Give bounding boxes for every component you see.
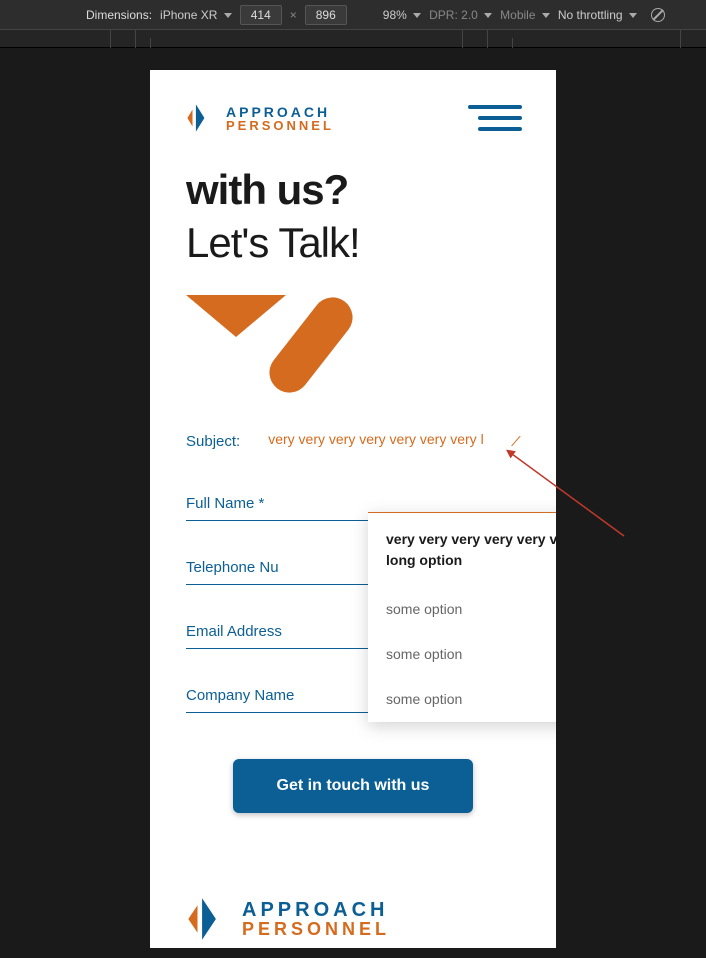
dimension-separator: ×: [290, 8, 297, 22]
chevron-down-icon: [413, 13, 421, 18]
accent-shapes: [186, 295, 520, 395]
ruler: [0, 30, 706, 48]
hamburger-line-icon: [478, 127, 522, 131]
device-preset-select[interactable]: iPhone XR: [160, 8, 232, 22]
rotate-icon[interactable]: [651, 8, 665, 22]
dropdown-option[interactable]: some option: [368, 677, 556, 722]
footer-logo-text: APPROACH PERSONNEL: [242, 900, 390, 938]
chevron-down-icon: [542, 13, 550, 18]
zoom-select[interactable]: 98%: [383, 8, 421, 22]
footer-logo[interactable]: APPROACH PERSONNEL: [186, 896, 390, 942]
hero-line-1: with us?: [186, 166, 520, 214]
dropdown-option[interactable]: some option: [368, 587, 556, 632]
chevron-down-icon: [224, 13, 232, 18]
subject-label: Subject:: [186, 433, 240, 450]
logo-text: APPROACH PERSONNEL: [226, 105, 334, 132]
hamburger-line-icon: [468, 105, 522, 109]
menu-button[interactable]: [468, 105, 522, 131]
submit-button[interactable]: Get in touch with us: [233, 759, 474, 813]
dpr-select[interactable]: DPR: 2.0: [429, 8, 492, 22]
dimensions-label: Dimensions:: [86, 8, 152, 22]
device-viewport: APPROACH PERSONNEL with us? Let's Talk!: [0, 48, 706, 958]
brand-logo[interactable]: APPROACH PERSONNEL: [184, 101, 334, 135]
hero-line-2: Let's Talk!: [186, 216, 520, 271]
chevron-down-icon: [484, 13, 492, 18]
logo-mark-icon: [186, 896, 232, 942]
chevron-up-icon: ╱: [512, 437, 520, 447]
height-input[interactable]: [305, 5, 347, 25]
throttling-select[interactable]: No throttling: [558, 8, 637, 22]
subject-dropdown-panel: very very very very very very very long …: [368, 512, 556, 722]
subject-select[interactable]: very very very very very very very long …: [268, 431, 483, 453]
subject-row: Subject: very very very very very very v…: [186, 431, 520, 453]
dropdown-option[interactable]: some option: [368, 632, 556, 677]
site-header: APPROACH PERSONNEL: [150, 70, 556, 166]
submit-row: Get in touch with us: [186, 759, 520, 813]
chevron-down-icon: [629, 13, 637, 18]
hamburger-line-icon: [478, 116, 522, 120]
logo-mark-icon: [184, 101, 218, 135]
width-input[interactable]: [240, 5, 282, 25]
dropdown-option[interactable]: very very very very very very very long …: [368, 513, 556, 587]
devtools-toolbar: Dimensions: iPhone XR × 98% DPR: 2.0 Mob…: [0, 0, 706, 30]
mobile-frame: APPROACH PERSONNEL with us? Let's Talk!: [150, 70, 556, 948]
device-type-select[interactable]: Mobile: [500, 8, 550, 22]
